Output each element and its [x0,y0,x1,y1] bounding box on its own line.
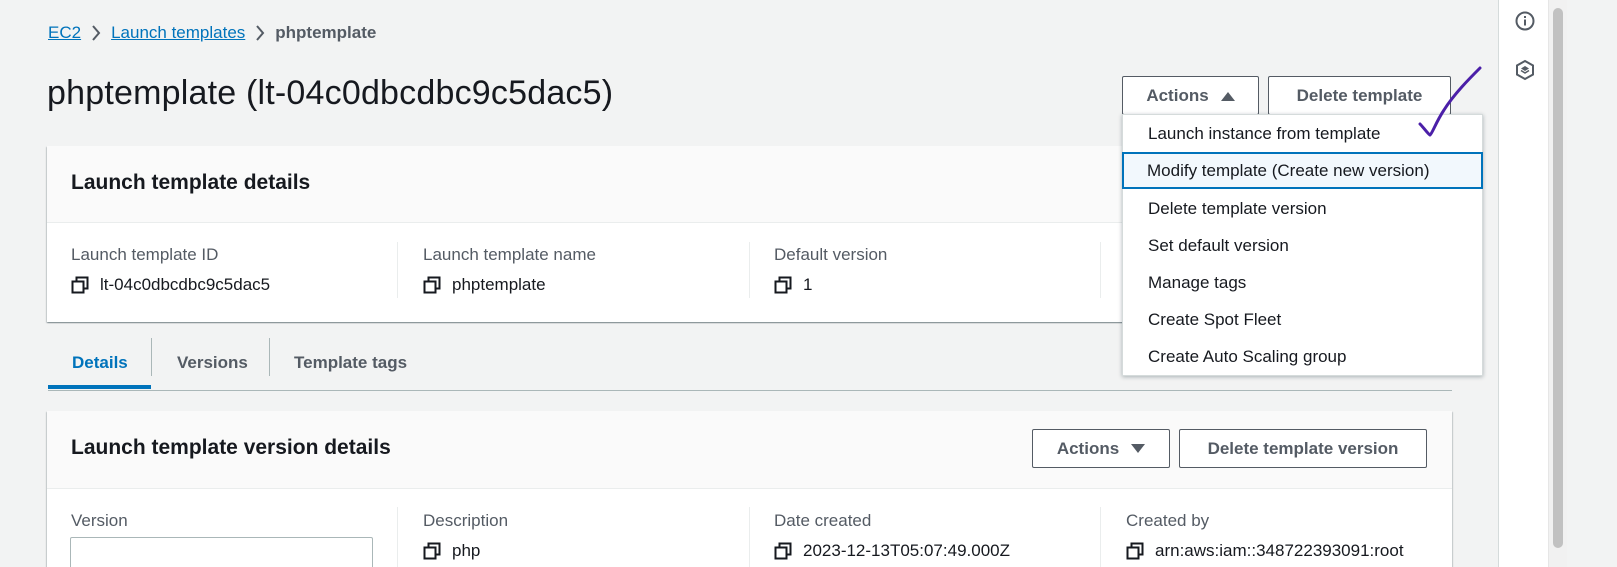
field-label: Description [423,511,509,530]
field-value: 1 [774,275,887,295]
field-label: Launch template ID [71,245,219,264]
copy-icon[interactable] [774,542,792,560]
active-tab-indicator [48,385,151,389]
panel-title: Launch template details [71,171,311,194]
copy-icon[interactable] [1126,542,1144,560]
field-label: Default version [774,245,888,264]
field-launch-template-name: Launch template name phptemplate [423,245,596,295]
page-title: phptemplate (lt-04c0dbcdbc9c5dac5) [47,74,614,112]
tab-divider [151,338,152,376]
version-actions-button[interactable]: Actions [1032,429,1170,468]
breadcrumb: EC2 Launch templates phptemplate [48,22,376,44]
field-label: Launch template name [423,245,596,264]
field-value: phptemplate [423,275,596,295]
column-divider [1100,507,1101,567]
menu-item-modify-template[interactable]: Modify template (Create new version) [1122,152,1483,189]
menu-item-set-default-version[interactable]: Set default version [1123,227,1482,264]
menu-item-delete-template-version[interactable]: Delete template version [1123,190,1482,227]
column-divider [749,242,750,298]
field-label: Version [71,511,128,530]
field-date-created: Date created 2023-12-13T05:07:49.000Z [774,511,1010,561]
column-divider [1100,242,1101,298]
main-content: EC2 Launch templates phptemplate phptemp… [0,0,1546,567]
breadcrumb-current: phptemplate [275,23,377,42]
field-label: Date created [774,511,872,530]
caret-up-icon [1220,86,1235,106]
delete-template-version-button[interactable]: Delete template version [1179,429,1427,468]
field-value: lt-04c0dbcdbc9c5dac5 [71,275,270,295]
actions-button-label: Actions [1146,85,1209,105]
copy-icon[interactable] [774,276,792,294]
settings-hexagon-icon[interactable] [1514,59,1536,81]
checkmark-annotation-icon [1418,66,1482,137]
field-value: arn:aws:iam::348722393091:root [1126,541,1404,561]
chevron-right-icon [245,22,275,44]
launch-template-name-value: phptemplate [452,275,546,294]
chevron-right-icon [81,22,111,44]
column-divider [397,507,398,567]
field-default-version: Default version 1 [774,245,887,295]
date-created-value: 2023-12-13T05:07:49.000Z [803,541,1010,560]
field-version: Version [71,511,128,531]
scrollbar-thumb[interactable] [1553,8,1563,548]
copy-icon[interactable] [71,276,89,294]
field-description: Description php [423,511,508,561]
panel-title: Launch template version details [71,436,391,459]
version-actions-button-label: Actions [1056,438,1120,458]
column-divider [397,242,398,298]
field-launch-template-id: Launch template ID lt-04c0dbcdbc9c5dac5 [71,245,270,295]
menu-item-create-spot-fleet[interactable]: Create Spot Fleet [1123,301,1482,338]
tab-template-tags[interactable]: Template tags [294,335,407,390]
right-utility-rail [1498,0,1548,567]
menu-item-manage-tags[interactable]: Manage tags [1123,264,1482,301]
delete-template-button-label: Delete template [1296,85,1423,105]
copy-icon[interactable] [423,276,441,294]
column-divider [749,507,750,567]
breadcrumb-ec2-link[interactable]: EC2 [48,23,81,43]
delete-template-version-button-label: Delete template version [1207,438,1399,458]
version-select[interactable] [70,537,373,567]
caret-down-icon [1131,439,1146,459]
info-icon[interactable] [1514,10,1536,32]
version-details-panel: Launch template version details Actions … [47,411,1452,567]
tab-divider [269,338,270,376]
copy-icon[interactable] [423,542,441,560]
tab-details[interactable]: Details [72,335,128,390]
default-version-value: 1 [803,275,813,294]
tab-versions[interactable]: Versions [177,335,248,390]
vertical-scrollbar[interactable] [1548,0,1567,567]
menu-item-create-auto-scaling-group[interactable]: Create Auto Scaling group [1123,338,1482,375]
actions-dropdown-menu: Launch instance from template Modify tem… [1122,114,1483,376]
launch-template-id-value: lt-04c0dbcdbc9c5dac5 [100,275,271,294]
description-value: php [452,541,481,560]
field-value: php [423,541,508,561]
actions-button[interactable]: Actions [1122,76,1259,115]
created-by-value: arn:aws:iam::348722393091:root [1155,541,1404,560]
field-created-by: Created by arn:aws:iam::348722393091:roo… [1126,511,1404,561]
breadcrumb-launch-templates-link[interactable]: Launch templates [111,23,245,43]
field-value: 2023-12-13T05:07:49.000Z [774,541,1010,561]
field-label: Created by [1126,511,1210,530]
